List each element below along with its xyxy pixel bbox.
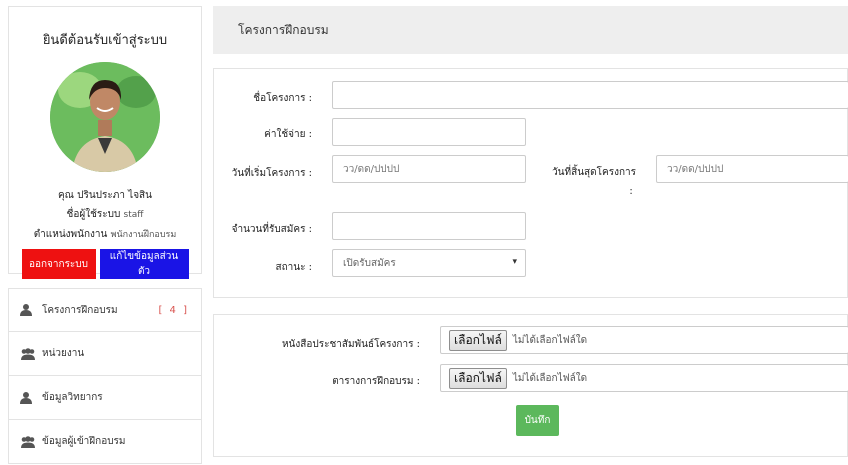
applicants-label: จำนวนที่รับสมัคร :: [231, 224, 312, 235]
end-date-label: วันที่สิ้นสุดโครงการ: [552, 167, 636, 178]
sidebar-item-label: ข้อมูลผู้เข้าฝึกอบรม: [42, 436, 126, 447]
schedule-label: ตารางการฝึกอบรม :: [332, 376, 420, 387]
avatar: [50, 62, 160, 172]
sidebar-item-label: หน่วยงาน: [42, 348, 85, 359]
pr-document-label: หนังสือประชาสัมพันธ์โครงการ :: [281, 339, 420, 350]
page-header: โครงการฝึกอบรม: [213, 6, 848, 54]
sidebar-item-label: ข้อมูลวิทยากร: [42, 392, 103, 403]
sidebar-item-lecturers[interactable]: ข้อมูลวิทยากร: [8, 376, 202, 420]
profile-card: ยินดีต้อนรับเข้าสู่ระบบ คุณ ปรินประภา ไจ…: [8, 6, 202, 279]
pr-choose-file-button[interactable]: เลือกไฟล์: [449, 329, 507, 351]
schedule-file-input[interactable]: เลือกไฟล์ ไม่ได้เลือกไฟล์ใด: [440, 364, 848, 392]
user-icon: [20, 304, 32, 316]
profile-actions: ออกจากระบบ แก้ไขข้อมูลส่วนตัว: [9, 249, 201, 279]
pr-no-file-text: ไม่ได้เลือกไฟล์ใด: [512, 334, 588, 346]
app-root: ยินดีต้อนรับเข้าสู่ระบบ คุณ ปรินประภา ไจ…: [0, 0, 848, 465]
avatar-photo: [50, 62, 160, 172]
end-date-label-colon: :: [629, 186, 633, 197]
applicants-input[interactable]: [332, 212, 526, 240]
project-details-form: ชื่อโครงการ : ค่าใช้จ่าย : วันที่เริ่มโค…: [213, 68, 848, 298]
start-date-placeholder: วว/ดด/ปปปป: [343, 163, 400, 175]
status-selected-value: เปิดรับสมัคร: [343, 257, 396, 269]
upload-form: หนังสือประชาสัมพันธ์โครงการ : เลือกไฟล์ …: [213, 314, 848, 457]
sidebar-item-training-projects[interactable]: โครงการฝึกอบรม [ 4 ]: [8, 288, 202, 332]
start-date-input[interactable]: วว/ดด/ปปปป: [332, 155, 526, 183]
status-label: สถานะ :: [275, 262, 312, 273]
welcome-heading: ยินดีต้อนรับเข้าสู่ระบบ: [42, 33, 168, 48]
project-count-badge: [ 4 ]: [158, 304, 189, 316]
sidebar-menu: โครงการฝึกอบรม [ 4 ] หน่วยงาน ข้อมูลวิทย…: [8, 288, 202, 464]
schedule-choose-file-button[interactable]: เลือกไฟล์: [449, 367, 507, 389]
end-date-placeholder: วว/ดด/ปปปป: [667, 163, 724, 175]
cost-input[interactable]: [332, 118, 526, 146]
schedule-no-file-text: ไม่ได้เลือกไฟล์ใด: [512, 372, 588, 384]
username-label: ชื่อผู้ใช้ระบบ: [66, 209, 121, 220]
logout-button[interactable]: ออกจากระบบ: [21, 249, 96, 279]
sidebar-item-label: โครงการฝึกอบรม: [42, 304, 118, 316]
cost-label: ค่าใช้จ่าย :: [264, 129, 312, 140]
project-name-label: ชื่อโครงการ :: [253, 93, 312, 104]
users-icon: [21, 347, 35, 360]
page-title: โครงการฝึกอบรม: [238, 22, 329, 37]
position-label: ตำแหน่งพนักงาน: [33, 229, 108, 240]
users-icon: [21, 435, 35, 448]
position-value: พนักงานฝึกอบรม: [110, 230, 177, 240]
username-value: staff: [123, 210, 144, 220]
position-row: ตำแหน่งพนักงาน พนักงานฝึกอบรม: [9, 225, 201, 245]
pr-document-file-input[interactable]: เลือกไฟล์ ไม่ได้เลือกไฟล์ใด: [440, 326, 848, 354]
start-date-label: วันที่เริ่มโครงการ :: [231, 168, 312, 179]
sidebar-item-departments[interactable]: หน่วยงาน: [8, 332, 202, 376]
project-name-input[interactable]: [332, 81, 848, 109]
user-icon: [20, 391, 32, 404]
sidebar-item-trainees[interactable]: ข้อมูลผู้เข้าฝึกอบรม: [8, 420, 202, 464]
end-date-input[interactable]: วว/ดด/ปปปป: [656, 155, 848, 183]
user-fullname: คุณ ปรินประภา ไจสิน: [57, 190, 152, 201]
save-button[interactable]: บันทึก: [516, 405, 559, 436]
edit-profile-button[interactable]: แก้ไขข้อมูลส่วนตัว: [99, 249, 189, 279]
status-select[interactable]: เปิดรับสมัคร: [332, 249, 526, 277]
username-row: ชื่อผู้ใช้ระบบ staff: [9, 205, 201, 225]
